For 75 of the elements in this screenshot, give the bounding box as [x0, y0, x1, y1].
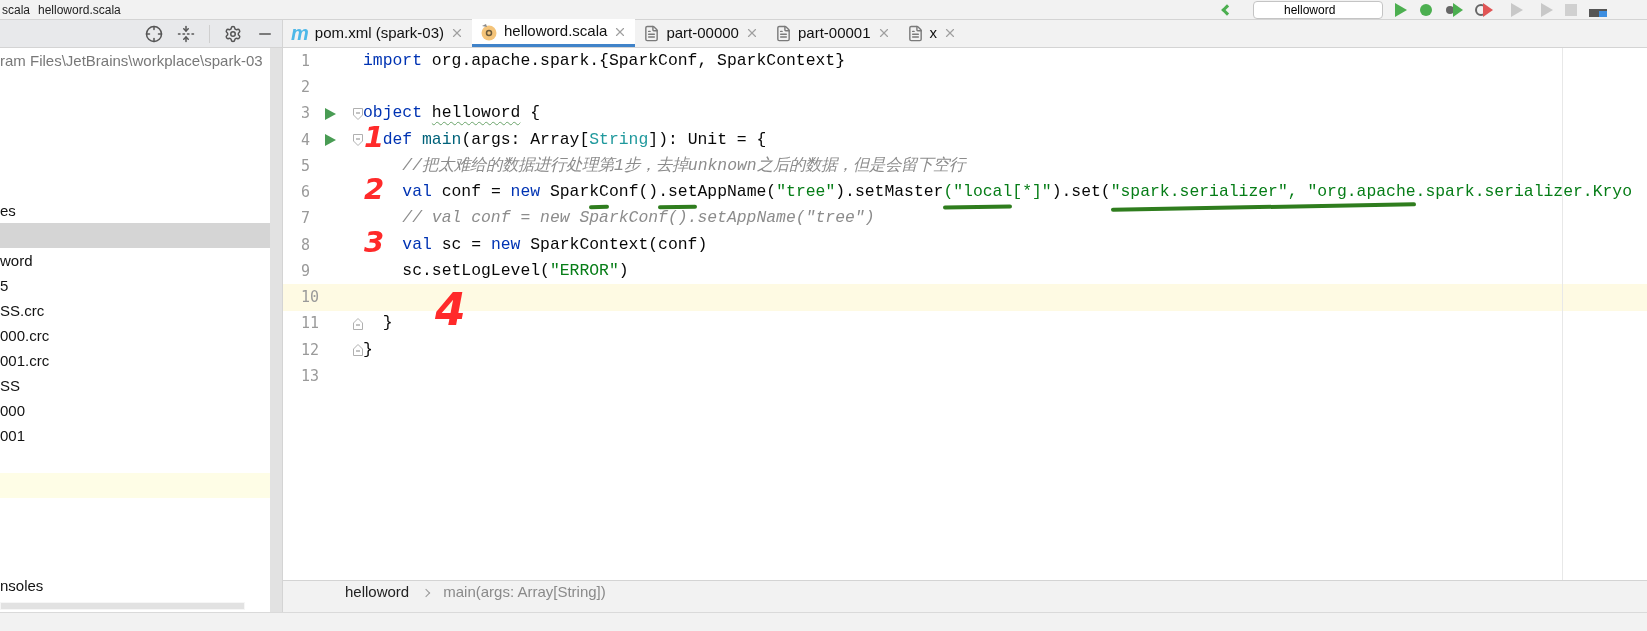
text-file-icon [643, 24, 661, 42]
code-line: } [363, 338, 373, 361]
annotation-number: 3 [364, 227, 385, 257]
code-line: // val conf = new SparkConf().setAppName("tree") [402, 207, 875, 230]
tree-row[interactable]: SS.crc [0, 298, 270, 323]
editor-tab[interactable]: m pom.xml (spark-03) [283, 19, 472, 47]
tree-row[interactable]: 001.crc [0, 348, 270, 373]
fold-marker-icon[interactable] [353, 343, 363, 356]
line-number: 13 [301, 365, 321, 387]
line-number: 8 [301, 234, 312, 256]
tree-row[interactable]: nsoles [0, 573, 270, 598]
project-path: ram Files\JetBrains\workplace\spark-03 [0, 51, 264, 71]
line-number: 7 [301, 208, 312, 230]
editor-tab[interactable]: part-00000 [635, 19, 767, 47]
line-number: 11 [301, 313, 321, 335]
code-line: //把太难给的数据进行处理第1步，去掉unknown之后的数据，但是会留下空行 [402, 154, 965, 177]
tab-label: part-00001 [797, 22, 871, 43]
breadcrumb-item[interactable]: scala [2, 3, 30, 16]
line-number: 6 [301, 182, 312, 204]
tree-row[interactable]: 000.crc [0, 323, 270, 348]
code-line: val conf = new SparkConf().setAppName("tree").setMaster("local[*]").set("spark.serializer", "org.apache.spark.serializer.Kryo [402, 181, 1632, 204]
coverage-icon[interactable] [1445, 2, 1463, 17]
debug-icon[interactable] [1419, 2, 1433, 17]
run-icon[interactable] [1395, 2, 1407, 17]
maven-icon: m [291, 23, 309, 43]
profile-icon[interactable] [1475, 2, 1493, 17]
fold-marker-icon[interactable] [353, 317, 363, 330]
text-file-icon [774, 24, 792, 42]
tree-row[interactable]: SS [0, 373, 270, 398]
line-number: 2 [301, 77, 312, 99]
annotation-number: 4 [435, 288, 466, 333]
line-number: 1 [301, 50, 312, 72]
scala-object-icon [480, 22, 498, 41]
editor-tab[interactable]: part-00001 [766, 19, 899, 47]
editor-tab[interactable]: helloword.scala [472, 19, 636, 47]
breadcrumb-item[interactable]: helloword.scala [38, 3, 121, 16]
line-number: 9 [301, 260, 312, 282]
vertical-scrollbar[interactable] [270, 48, 282, 612]
settings-icon[interactable] [224, 24, 242, 43]
tab-label: helloword.scala [504, 21, 608, 42]
annotation-number: 2 [364, 175, 385, 205]
run-config-dropdown[interactable]: helloword [1253, 0, 1383, 19]
run-gutter-icon[interactable] [325, 133, 336, 146]
tree-row[interactable]: word [0, 248, 270, 273]
line-number: 10 [301, 287, 321, 309]
tab-label: pom.xml (spark-03) [314, 22, 444, 43]
text-file-icon [906, 24, 924, 42]
code-line: object helloword { [363, 102, 541, 125]
line-number: 3 [301, 103, 312, 125]
code-line: val sc = new SparkContext(conf) [402, 233, 708, 256]
editor-tab[interactable]: x [898, 19, 965, 47]
fold-marker-icon[interactable] [353, 107, 363, 120]
locate-icon[interactable] [145, 24, 163, 43]
fold-marker-icon[interactable] [353, 133, 363, 146]
tree-row[interactable]: 000 [0, 398, 270, 423]
code-line: sc.setLogLevel("ERROR") [402, 259, 629, 282]
horizontal-scrollbar[interactable] [0, 602, 245, 610]
code-line: import org.apache.spark.{SparkConf, SparkContext} [363, 49, 845, 72]
collapse-all-icon[interactable] [177, 24, 195, 43]
stop-icon[interactable] [1565, 3, 1577, 16]
breadcrumb-item[interactable]: helloword [345, 581, 410, 604]
code-line: def main(args: Array[String]): Unit = { [382, 128, 767, 151]
line-number: 5 [301, 155, 312, 177]
line-number: 12 [301, 339, 321, 361]
tree-row[interactable]: es [0, 198, 270, 223]
close-icon[interactable] [943, 26, 957, 40]
tree-row[interactable]: 5 [0, 273, 270, 298]
tree-row[interactable]: 001 [0, 423, 270, 448]
code-line: } [382, 312, 393, 335]
annotation-number: 1 [364, 122, 385, 152]
tab-label: part-00000 [666, 22, 739, 43]
line-number: 4 [301, 129, 312, 151]
close-icon[interactable] [450, 26, 464, 40]
run-gutter-icon[interactable] [325, 107, 336, 120]
tab-label: x [929, 22, 937, 43]
